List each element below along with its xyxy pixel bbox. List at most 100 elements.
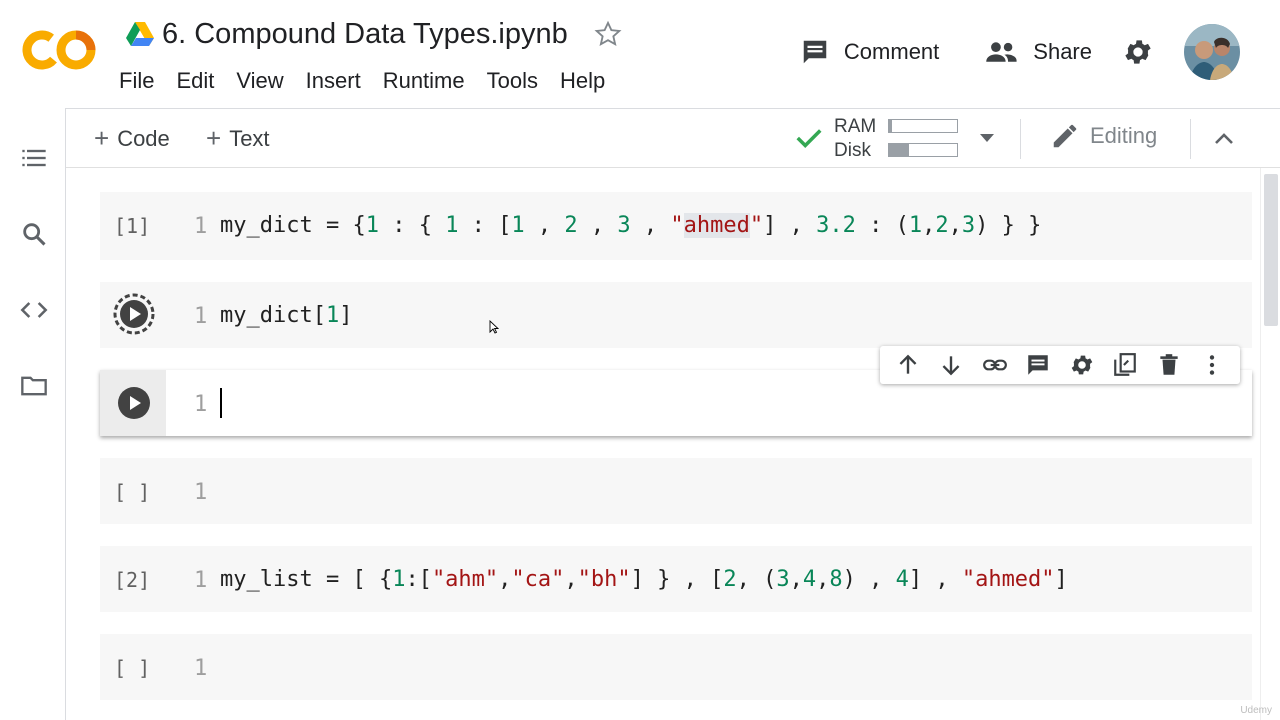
chevron-down-icon[interactable] — [978, 131, 996, 145]
code-snippets-icon[interactable] — [20, 296, 48, 324]
udemy-watermark: Udemy — [1240, 705, 1272, 716]
table-of-contents-icon[interactable] — [20, 144, 48, 172]
more-vert-icon[interactable] — [1199, 352, 1225, 378]
disk-usage-fill — [889, 144, 910, 156]
code-number-token: 2 — [723, 567, 737, 592]
comment-icon[interactable] — [1025, 352, 1051, 378]
code-token: , — [577, 213, 618, 238]
toolbar-divider — [1020, 119, 1021, 159]
google-drive-icon[interactable] — [126, 22, 154, 46]
menu-view[interactable]: View — [225, 66, 294, 96]
star-icon[interactable] — [594, 20, 622, 48]
cell-code[interactable]: my_dict = {1 : { 1 : [1 , 2 , 3 , "ahmed… — [220, 213, 1041, 238]
execution-count: [2] — [114, 568, 151, 592]
share-label: Share — [1033, 39, 1092, 64]
line-number: 1 — [194, 480, 208, 505]
menu-tools[interactable]: Tools — [476, 66, 549, 96]
share-button[interactable]: Share — [985, 37, 1092, 67]
code-string-token: "ahm" — [431, 567, 499, 592]
cell-code[interactable]: my_list = [ {1:["ahm","ca","bh"] } , [2,… — [220, 567, 1068, 592]
add-code-button[interactable]: + Code — [94, 123, 170, 154]
code-token: , — [816, 567, 830, 592]
code-number-token: 2 — [935, 213, 949, 238]
chevron-up-icon[interactable] — [1210, 127, 1238, 151]
code-token: my_dict = { — [220, 213, 366, 238]
menu-help[interactable]: Help — [549, 66, 616, 96]
notebook-title[interactable]: 6. Compound Data Types.ipynb — [162, 18, 568, 51]
code-token: : { — [378, 213, 446, 238]
disk-label: Disk — [834, 140, 871, 161]
code-token: ) , — [842, 567, 896, 592]
add-text-button[interactable]: + Text — [206, 123, 270, 154]
code-token: , — [524, 213, 565, 238]
arrow-down-icon[interactable] — [938, 352, 964, 378]
execution-count: [ ] — [114, 480, 151, 504]
notebook-toolbar: + Code + Text RAM Disk Editing — [66, 108, 1280, 168]
cell-toolbar — [880, 346, 1240, 384]
code-number-token: 3 — [617, 213, 631, 238]
menu-edit[interactable]: Edit — [165, 66, 225, 96]
code-string-token: "ahmed" — [961, 567, 1055, 592]
folder-icon[interactable] — [20, 372, 48, 400]
code-token: , — [948, 213, 962, 238]
pencil-icon — [1053, 124, 1077, 148]
code-number-token: 1 — [365, 213, 379, 238]
run-cell-running-icon[interactable] — [112, 292, 156, 336]
menu-insert[interactable]: Insert — [295, 66, 372, 96]
code-cell[interactable]: 1 my_dict[1] — [100, 282, 1252, 348]
code-token: , — [498, 567, 512, 592]
notebook-scrollbar[interactable] — [1260, 168, 1280, 720]
run-cell-icon[interactable] — [112, 381, 156, 425]
code-cell[interactable]: [ ] 1 — [100, 634, 1252, 700]
ram-usage-fill — [889, 120, 892, 132]
code-token: , — [922, 213, 936, 238]
code-token: ] } , [ — [630, 567, 724, 592]
user-avatar[interactable] — [1184, 24, 1240, 80]
people-icon — [986, 42, 1017, 62]
resources-indicator[interactable]: RAM Disk — [834, 115, 876, 163]
code-number-token: 1 — [445, 213, 459, 238]
code-cell[interactable]: [ ] 1 — [100, 458, 1252, 524]
line-number: 1 — [194, 392, 208, 417]
code-token: ) } } — [975, 213, 1042, 238]
menu-runtime[interactable]: Runtime — [372, 66, 476, 96]
line-number: 1 — [194, 656, 208, 681]
mouse-pointer-icon — [489, 320, 499, 334]
colab-logo[interactable] — [22, 26, 96, 74]
mirror-cell-icon[interactable] — [1112, 352, 1138, 378]
plus-icon: + — [206, 123, 222, 153]
code-number-token: 4 — [802, 567, 817, 592]
comment-button[interactable]: Comment — [800, 37, 939, 67]
cell-code[interactable]: my_dict[1] — [220, 303, 352, 328]
code-token: , — [564, 567, 578, 592]
menu-file[interactable]: File — [108, 66, 165, 96]
code-cell[interactable]: [2] 1 my_list = [ {1:["ahm","ca","bh"] }… — [100, 546, 1252, 612]
code-number-token: 8 — [829, 567, 843, 592]
code-token: , ( — [736, 567, 777, 592]
arrow-up-icon[interactable] — [895, 352, 921, 378]
code-number-token: 4 — [895, 567, 909, 592]
editing-mode-button[interactable]: Editing — [1050, 121, 1157, 151]
left-sidebar — [0, 108, 66, 720]
line-number: 1 — [194, 568, 208, 593]
settings-gear-icon[interactable] — [1069, 352, 1095, 378]
code-string-token: " — [749, 213, 764, 238]
plus-icon: + — [94, 123, 110, 153]
text-cursor — [220, 388, 222, 418]
search-icon[interactable] — [20, 220, 48, 248]
code-token: ] , — [763, 213, 817, 238]
execution-count: [ ] — [114, 656, 151, 680]
code-token: : ( — [855, 213, 909, 238]
code-number-token: 1 — [511, 213, 525, 238]
code-string-token: "bh" — [577, 567, 631, 592]
code-token: ] — [339, 303, 353, 328]
scrollbar-thumb[interactable] — [1264, 174, 1278, 326]
settings-gear-icon[interactable] — [1122, 36, 1154, 68]
link-icon[interactable] — [982, 352, 1008, 378]
add-text-label: Text — [229, 125, 270, 151]
code-token: , — [630, 213, 671, 238]
delete-icon[interactable] — [1156, 352, 1182, 378]
code-token: :[ — [405, 567, 432, 592]
code-cell[interactable]: [1] 1 my_dict = {1 : { 1 : [1 , 2 , 3 , … — [100, 192, 1252, 260]
code-number-token: 2 — [564, 213, 578, 238]
